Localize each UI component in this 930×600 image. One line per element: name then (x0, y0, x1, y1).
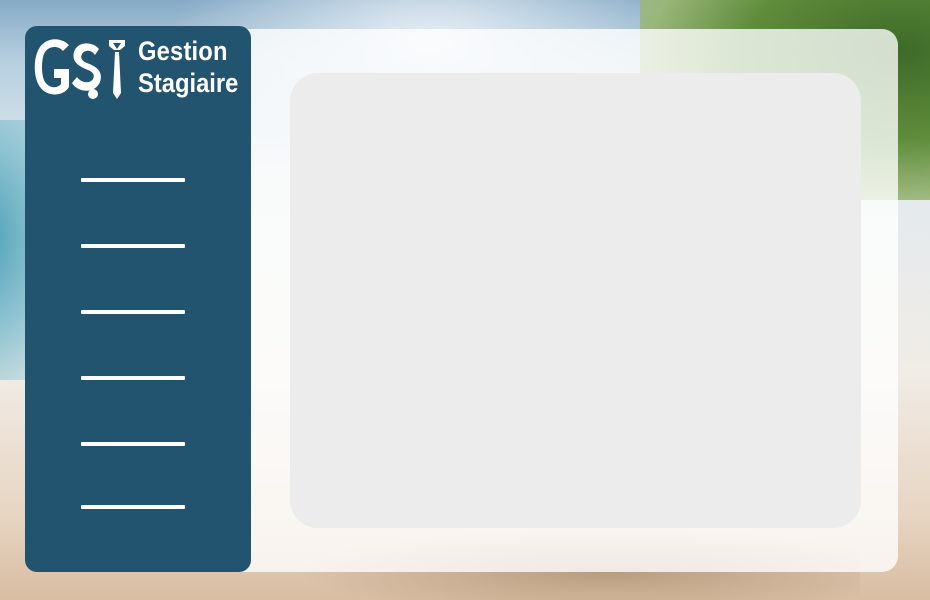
app-title-line2: Stagiaire (138, 68, 239, 98)
app-logo: Gestion Stagiaire (31, 33, 251, 105)
sidebar-nav-item-6[interactable] (81, 504, 185, 510)
nav-item-underline (81, 178, 185, 182)
sidebar-nav-item-5[interactable] (81, 441, 185, 447)
app-title: Gestion Stagiaire (138, 35, 252, 99)
gs-logo-icon (34, 39, 125, 99)
nav-item-underline (81, 505, 185, 509)
nav-item-underline (81, 376, 185, 380)
sidebar-nav-item-2[interactable] (81, 243, 185, 249)
sidebar-nav-item-1[interactable] (81, 177, 185, 183)
app-title-line1: Gestion (138, 36, 228, 66)
nav-item-underline (81, 310, 185, 314)
sidebar (25, 26, 251, 572)
sidebar-nav-item-4[interactable] (81, 375, 185, 381)
content-area (290, 73, 861, 528)
nav-item-underline (81, 442, 185, 446)
sidebar-nav-item-3[interactable] (81, 309, 185, 315)
nav-item-underline (81, 244, 185, 248)
